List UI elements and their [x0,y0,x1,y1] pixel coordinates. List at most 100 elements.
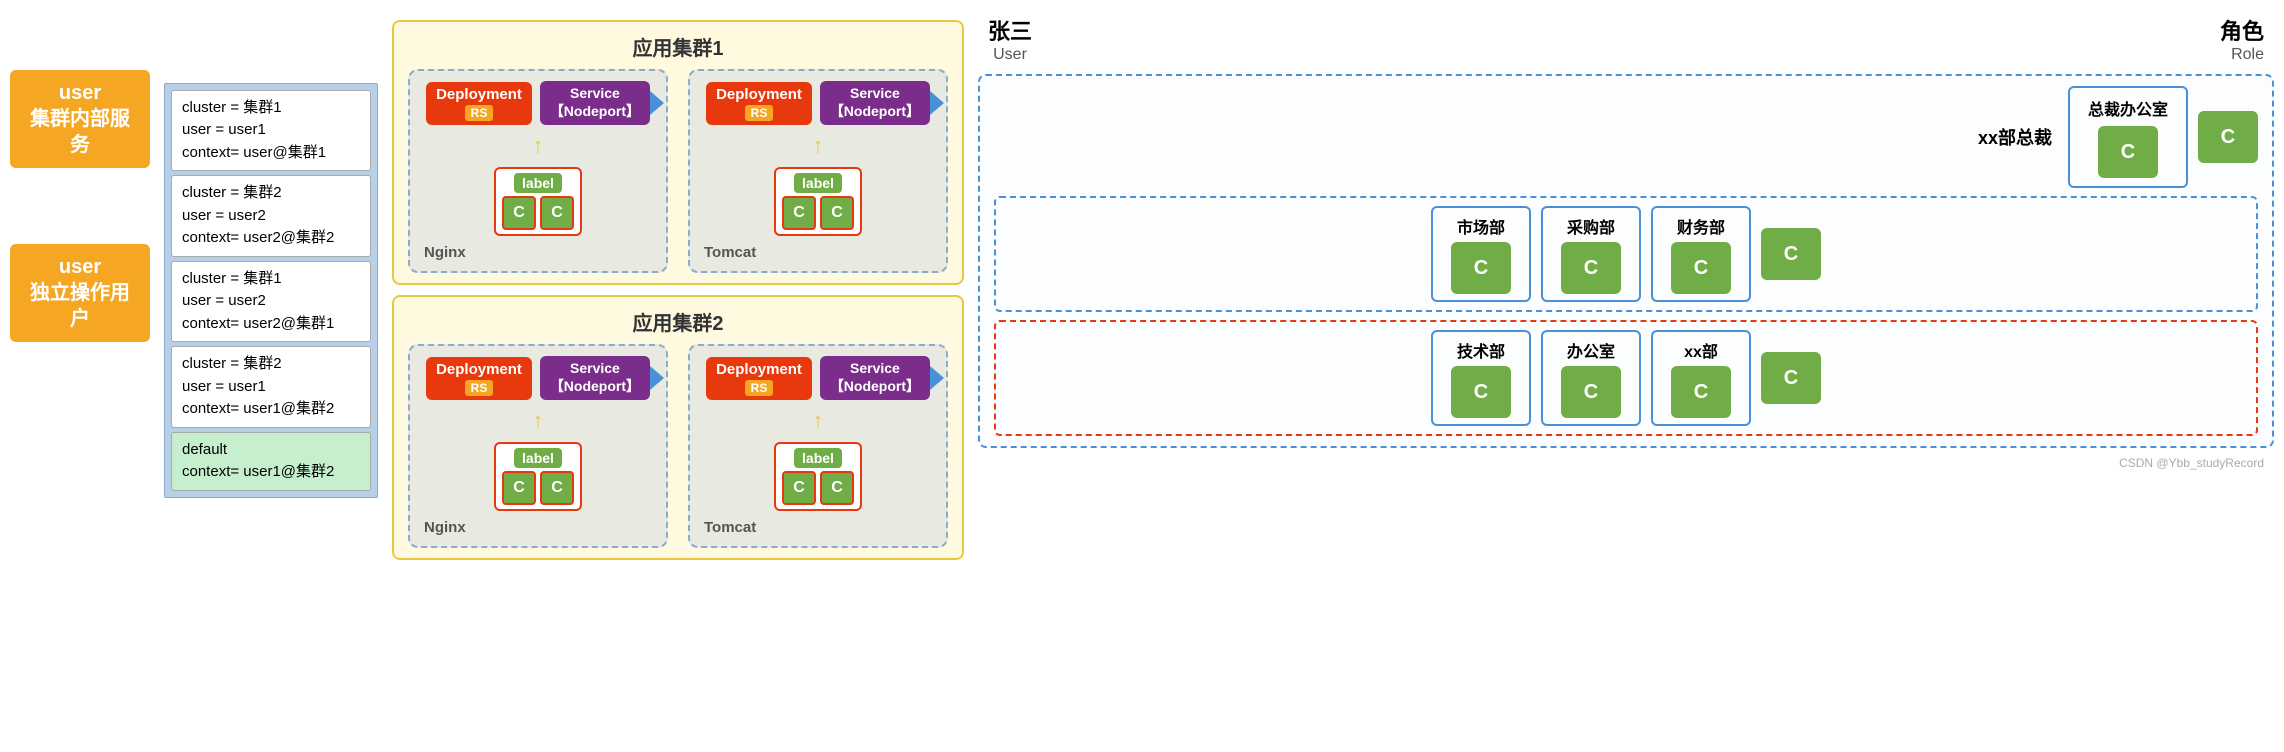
role-info: 角色 Role [2220,14,2264,64]
cluster1-nginx-pod-c1: C [502,196,536,230]
cluster1-tomcat-pod-c1: C [782,196,816,230]
office-dept: 办公室 C [1541,330,1641,426]
purchase-box: C [1561,242,1621,294]
cluster1-nginx-arrow: ↑ [533,133,544,159]
cluster1-tomcat-arrow: ↑ [813,133,824,159]
purchase-dept: 采购部 C [1541,206,1641,302]
cluster1-nginx-pod-c2: C [540,196,574,230]
cluster2-tomcat-arrow: ↑ [813,408,824,434]
cluster2-nginx-name: Nginx [424,519,466,536]
xx-president-title: xx部总裁 [1978,124,2052,150]
role-col-bottom: C [1761,352,1821,404]
role-c3: C [1761,352,1821,404]
config-item-3: cluster = 集群2user = user1context= user1@… [171,346,371,428]
cluster2-nginx-pods-container: label C C [494,442,582,511]
config-item-2: cluster = 集群1user = user2context= user2@… [171,261,371,343]
cluster2-tomcat-deployment: DeploymentRS [706,357,812,400]
label1-line1: user [59,82,101,104]
middle-depts-container: 市场部 C 采购部 C 财务部 C C [994,196,2258,312]
cluster1-nginx-deployment: DeploymentRS [426,82,532,125]
tech-dept: 技术部 C [1431,330,1531,426]
cluster1-inner: DeploymentRS Service【Nodeport】 ↑ label C [408,69,948,273]
cluster2-tomcat-service: Service【Nodeport】 [820,356,930,400]
role-c2: C [1761,228,1821,280]
cluster1-nginx-group: DeploymentRS Service【Nodeport】 ↑ label C [408,69,668,273]
bottom-depts-container: 技术部 C 办公室 C xx部 C C [994,320,2258,436]
office-title: 办公室 [1555,338,1627,362]
cluster1-tomcat-deployment: DeploymentRS [706,82,812,125]
tech-title: 技术部 [1445,338,1517,362]
cluster1-tomcat-pod-row: C C [782,196,854,230]
office-box: C [1561,366,1621,418]
config-item-1: cluster = 集群2user = user2context= user2@… [171,175,371,257]
cluster1-nginx-top-row: DeploymentRS Service【Nodeport】 [426,81,650,125]
role-col-top: C [2198,111,2258,163]
org-container: xx部总裁 总裁办公室 C C 市场部 C [978,74,2274,448]
watermark: CSDN @Ybb_studyRecord [978,452,2274,470]
cluster2-title: 应用集群2 [408,307,948,336]
cluster1-tomcat-top-row: DeploymentRS Service【Nodeport】 [706,81,930,125]
finance-dept: 财务部 C [1651,206,1751,302]
label2-line2: 独立操作用户 [30,282,130,330]
cluster2-inner: DeploymentRS Service【Nodeport】 ↑ label C [408,344,948,548]
cluster1-tomcat-group: DeploymentRS Service【Nodeport】 ↑ label C [688,69,948,273]
cluster1-nginx-service: Service【Nodeport】 [540,81,650,125]
finance-title: 财务部 [1665,214,1737,238]
cluster2-tomcat-pods-container: label C C [774,442,862,511]
cluster1-box: 应用集群1 DeploymentRS Service【Nodeport】 [392,20,964,285]
market-dept: 市场部 C [1431,206,1531,302]
cluster1-nginx-name: Nginx [424,244,466,261]
left-column: user 集群内部服务 user 独立操作用户 [10,10,150,560]
cluster1-nginx-pods-container: label C C [494,167,582,236]
user-standalone-label: user 独立操作用户 [10,244,150,342]
president-office-title: 总裁办公室 [2084,96,2172,120]
cluster1-tomcat-service: Service【Nodeport】 [820,81,930,125]
config-column: cluster = 集群1user = user1context= user@集… [164,10,378,560]
role-col-mid: C [1761,228,1821,280]
cluster2-nginx-arrow: ↑ [533,408,544,434]
cluster2-nginx-group: DeploymentRS Service【Nodeport】 ↑ label C [408,344,668,548]
middle-section: 应用集群1 DeploymentRS Service【Nodeport】 [392,10,964,560]
main-wrapper: user 集群内部服务 user 独立操作用户 cluster = 集群1use… [10,10,2274,560]
xx-box: C [1671,366,1731,418]
xx-president-depts: 总裁办公室 C C [2068,86,2258,188]
label1-line2: 集群内部服务 [30,108,130,156]
cluster1-nginx-label: label [514,173,562,193]
cluster1-tomcat-name: Tomcat [704,244,756,261]
cluster1-title: 应用集群1 [408,32,948,61]
middle-depts-row: 市场部 C 采购部 C 财务部 C C [1004,206,2248,302]
role-title: 角色 [2220,14,2264,46]
cluster2-tomcat-group: DeploymentRS Service【Nodeport】 ↑ label C [688,344,948,548]
cluster2-tomcat-name: Tomcat [704,519,756,536]
role-c1: C [2198,111,2258,163]
user-info: 张三 User [988,14,1032,64]
right-section: 张三 User 角色 Role xx部总裁 总裁办公室 C C [978,10,2274,560]
cluster2-nginx-deployment: DeploymentRS [426,357,532,400]
role-sub: Role [2220,46,2264,64]
cluster2-tomcat-label: label [794,448,842,468]
cluster2-tomcat-top-row: DeploymentRS Service【Nodeport】 [706,356,930,400]
cluster1-tomcat-label: label [794,173,842,193]
cluster1-tomcat-pods-container: label C C [774,167,862,236]
cluster2-tomcat-pod-row: C C [782,471,854,505]
label2-line1: user [59,256,101,278]
user-cluster-label: user 集群内部服务 [10,70,150,168]
xx-president-row: xx部总裁 总裁办公室 C C [994,86,2258,188]
market-box: C [1451,242,1511,294]
president-office-dept: 总裁办公室 C [2068,86,2188,188]
bottom-depts-row: 技术部 C 办公室 C xx部 C C [1004,330,2248,426]
xx-title: xx部 [1665,338,1737,362]
cluster1-tomcat-pod-c2: C [820,196,854,230]
xx-dept: xx部 C [1651,330,1751,426]
config-item-0: cluster = 集群1user = user1context= user@集… [171,90,371,172]
tech-box: C [1451,366,1511,418]
cluster2-box: 应用集群2 DeploymentRS Service【Nodeport】 [392,295,964,560]
market-title: 市场部 [1445,214,1517,238]
config-item-default: defaultcontext= user1@集群2 [171,432,371,491]
cluster2-nginx-pod-c1: C [502,471,536,505]
cluster2-nginx-label: label [514,448,562,468]
president-office-box: C [2098,126,2158,178]
user-sub: User [988,46,1032,64]
user-name: 张三 [988,14,1032,46]
cluster2-nginx-pod-c2: C [540,471,574,505]
